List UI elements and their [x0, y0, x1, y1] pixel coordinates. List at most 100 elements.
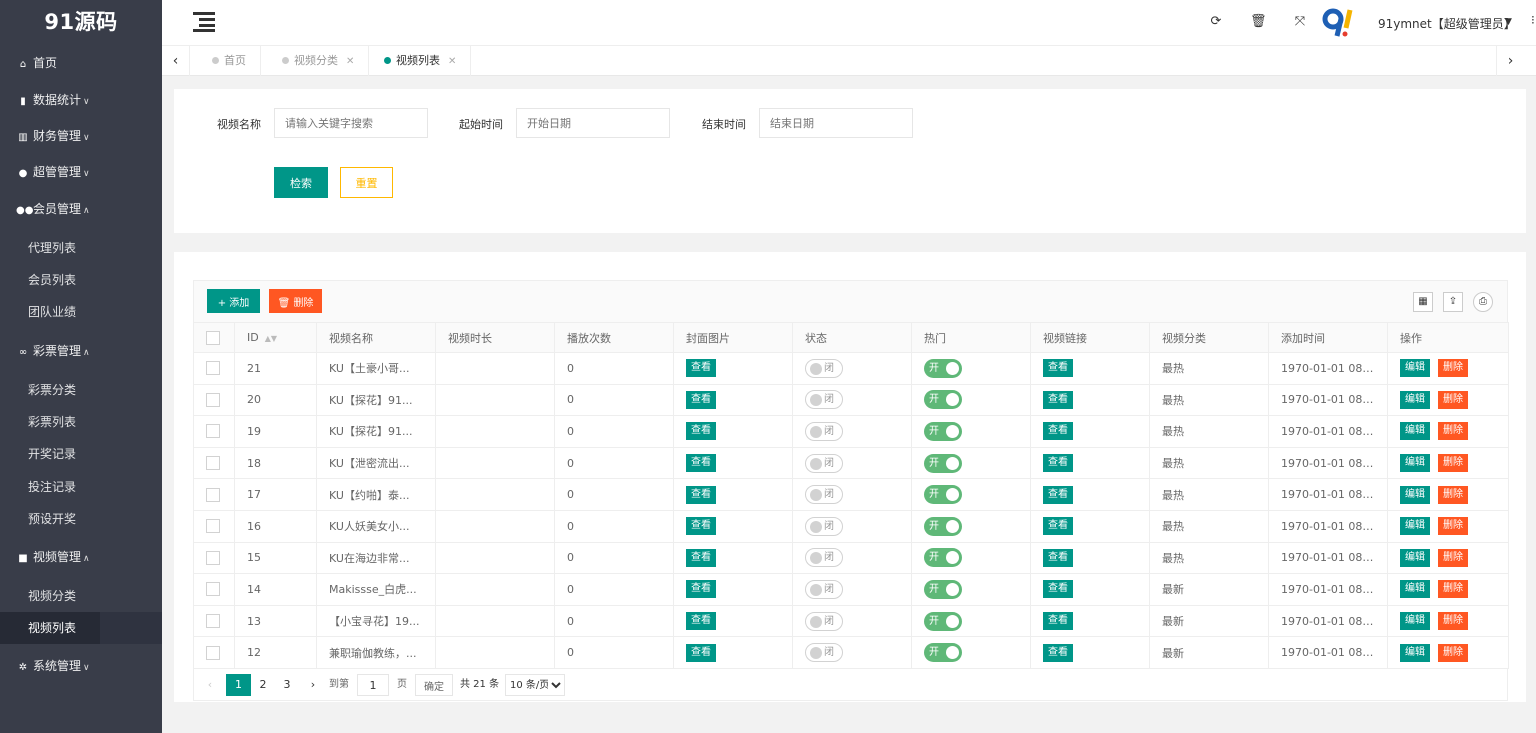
status-toggle[interactable]: 闭 — [805, 390, 843, 410]
delete-button[interactable]: 删除 — [1438, 517, 1468, 536]
end-date-input[interactable] — [759, 108, 913, 138]
close-icon[interactable]: ✕ — [448, 56, 456, 67]
row-checkbox[interactable] — [206, 487, 220, 502]
view-link-button[interactable]: 查看 — [1043, 517, 1073, 536]
more-icon[interactable]: ⁝ — [1531, 13, 1535, 27]
row-checkbox[interactable] — [206, 424, 220, 439]
page-1-button[interactable]: 1 — [226, 674, 251, 696]
sidebar-item-statistics[interactable]: ▮ 数据统计 ∨ — [0, 82, 162, 118]
sidebar-sub-video-category[interactable]: 视频分类 — [0, 580, 162, 612]
hot-toggle[interactable]: 开 — [924, 516, 962, 536]
close-icon[interactable]: ✕ — [346, 56, 354, 67]
tab-home[interactable]: 首页 — [198, 46, 261, 76]
sidebar-item-finance[interactable]: ▥ 财务管理 ∨ — [0, 118, 162, 154]
sidebar-item-members[interactable]: ●●会员管理 ∧ — [0, 191, 162, 227]
sidebar-sub-agents[interactable]: 代理列表 — [0, 232, 162, 264]
edit-button[interactable]: 编辑 — [1400, 485, 1430, 504]
hot-toggle[interactable]: 开 — [924, 611, 962, 631]
delete-button[interactable]: 删除 — [1438, 359, 1468, 378]
row-checkbox[interactable] — [206, 361, 220, 376]
trash-icon[interactable]: 🗑 — [1250, 14, 1267, 30]
row-checkbox[interactable] — [206, 614, 220, 629]
status-toggle[interactable]: 闭 — [805, 516, 843, 536]
sidebar-sub-draw-records[interactable]: 开奖记录 — [0, 438, 162, 470]
edit-button[interactable]: 编辑 — [1400, 580, 1430, 599]
sidebar-sub-lottery-category[interactable]: 彩票分类 — [0, 374, 162, 406]
view-cover-button[interactable]: 查看 — [686, 643, 716, 662]
search-button[interactable]: 检索 — [274, 167, 328, 198]
view-cover-button[interactable]: 查看 — [686, 548, 716, 567]
status-toggle[interactable]: 闭 — [805, 358, 843, 378]
hot-toggle[interactable]: 开 — [924, 358, 962, 378]
tab-video-list[interactable]: 视频列表 ✕ — [370, 46, 472, 76]
delete-button[interactable]: 删除 — [1438, 422, 1468, 441]
fullscreen-icon[interactable]: ⤧ — [1292, 14, 1308, 30]
view-cover-button[interactable]: 查看 — [686, 422, 716, 441]
view-cover-button[interactable]: 查看 — [686, 485, 716, 504]
row-checkbox[interactable] — [206, 550, 220, 565]
status-toggle[interactable]: 闭 — [805, 579, 843, 599]
edit-button[interactable]: 编辑 — [1400, 612, 1430, 631]
view-link-button[interactable]: 查看 — [1043, 359, 1073, 378]
sidebar-item-admin[interactable]: ● 超管管理 ∨ — [0, 154, 162, 190]
sidebar-item-lottery[interactable]: ∞ 彩票管理 ∧ — [0, 333, 162, 369]
sidebar-sub-lottery-list[interactable]: 彩票列表 — [0, 406, 162, 438]
sidebar-sub-team[interactable]: 团队业绩 — [0, 296, 162, 328]
sidebar-item-video[interactable]: ■ 视频管理 ∧ — [0, 539, 162, 575]
view-cover-button[interactable]: 查看 — [686, 517, 716, 536]
column-header[interactable]: ID ▲▼ — [234, 322, 317, 353]
refresh-icon[interactable]: ⟳ — [1208, 14, 1224, 30]
delete-button[interactable]: 删除 — [1438, 548, 1468, 567]
delete-button[interactable]: 删除 — [1438, 580, 1468, 599]
row-checkbox[interactable] — [206, 645, 220, 660]
view-cover-button[interactable]: 查看 — [686, 612, 716, 631]
edit-button[interactable]: 编辑 — [1400, 390, 1430, 409]
sidebar-sub-preset-draw[interactable]: 预设开奖 — [0, 503, 162, 535]
hot-toggle[interactable]: 开 — [924, 579, 962, 599]
video-name-input[interactable] — [274, 108, 428, 138]
hot-toggle[interactable]: 开 — [924, 643, 962, 663]
view-cover-button[interactable]: 查看 — [686, 359, 716, 378]
status-toggle[interactable]: 闭 — [805, 485, 843, 505]
delete-button[interactable]: 删除 — [1438, 643, 1468, 662]
page-3-button[interactable]: 3 — [278, 674, 296, 696]
view-cover-button[interactable]: 查看 — [686, 390, 716, 409]
tab-video-category[interactable]: 视频分类 ✕ — [268, 46, 370, 76]
row-checkbox[interactable] — [206, 519, 220, 534]
hot-toggle[interactable]: 开 — [924, 421, 962, 441]
delete-button[interactable]: 删除 — [1438, 390, 1468, 409]
edit-button[interactable]: 编辑 — [1400, 548, 1430, 567]
columns-filter-icon[interactable]: ▦ — [1413, 292, 1433, 312]
sidebar-item-home[interactable]: ⌂ 首页 — [0, 45, 162, 81]
reset-button[interactable]: 重置 — [340, 167, 393, 198]
row-checkbox[interactable] — [206, 392, 220, 407]
edit-button[interactable]: 编辑 — [1400, 359, 1430, 378]
row-checkbox[interactable] — [206, 582, 220, 597]
prev-page-icon[interactable]: ‹ — [202, 674, 218, 696]
delete-button[interactable]: 删除 — [1438, 454, 1468, 473]
view-link-button[interactable]: 查看 — [1043, 548, 1073, 567]
view-cover-button[interactable]: 查看 — [686, 580, 716, 599]
sidebar-item-system[interactable]: ✲ 系统管理 ∨ — [0, 648, 162, 684]
next-page-icon[interactable]: › — [304, 674, 322, 696]
sidebar-sub-bet-records[interactable]: 投注记录 — [0, 471, 162, 503]
hot-toggle[interactable]: 开 — [924, 390, 962, 410]
view-link-button[interactable]: 查看 — [1043, 422, 1073, 441]
bulk-delete-button[interactable]: 🗑 删除 — [269, 289, 322, 313]
tab-scroll-right-icon[interactable]: › — [1496, 46, 1524, 76]
view-link-button[interactable]: 查看 — [1043, 390, 1073, 409]
status-toggle[interactable]: 闭 — [805, 643, 843, 663]
status-toggle[interactable]: 闭 — [805, 421, 843, 441]
status-toggle[interactable]: 闭 — [805, 611, 843, 631]
sidebar-sub-video-list[interactable]: 视频列表 — [0, 612, 162, 644]
menu-toggle-icon[interactable] — [193, 12, 215, 32]
edit-button[interactable]: 编辑 — [1400, 454, 1430, 473]
hot-toggle[interactable]: 开 — [924, 453, 962, 473]
page-2-button[interactable]: 2 — [254, 674, 272, 696]
view-link-button[interactable]: 查看 — [1043, 580, 1073, 599]
edit-button[interactable]: 编辑 — [1400, 517, 1430, 536]
hot-toggle[interactable]: 开 — [924, 548, 962, 568]
delete-button[interactable]: 删除 — [1438, 485, 1468, 504]
page-size-select[interactable]: 10 条/页 — [505, 674, 565, 696]
edit-button[interactable]: 编辑 — [1400, 422, 1430, 441]
